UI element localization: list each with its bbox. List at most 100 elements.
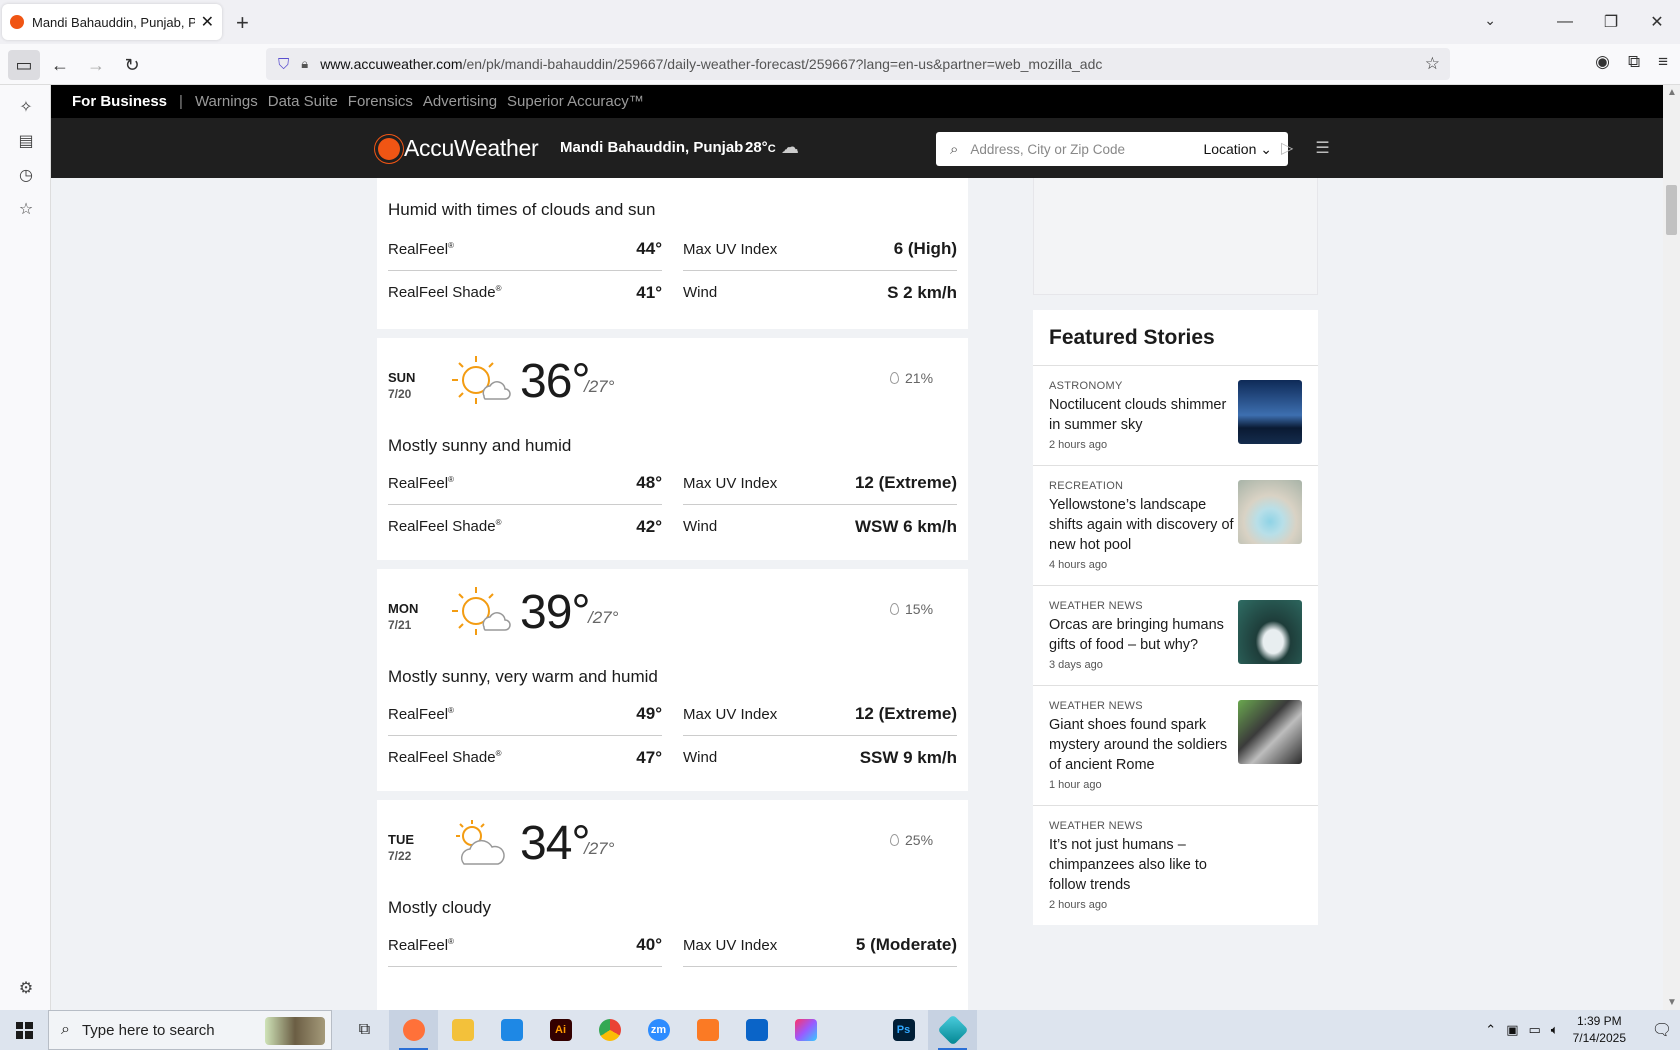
taskbar-app-vscode[interactable]: [487, 1010, 536, 1050]
warnings-link[interactable]: Warnings: [195, 93, 258, 110]
for-business-link[interactable]: For Business: [72, 93, 167, 110]
url-bar[interactable]: ⛉ 🔒︎ www.accuweather.com/en/pk/mandi-bah…: [266, 48, 1450, 80]
taskbar-search[interactable]: ⌕ Type here to search: [48, 1010, 332, 1050]
taskbar-app-photoshop[interactable]: Ps: [879, 1010, 928, 1050]
new-tab-icon[interactable]: +: [236, 10, 249, 36]
story-age: 4 hours ago: [1049, 559, 1108, 571]
bookmarks-icon[interactable]: ☆: [16, 199, 36, 219]
forecast-phrase: Mostly cloudy: [388, 898, 491, 917]
precip-chance: 15%: [890, 601, 933, 617]
video-icon[interactable]: ▷: [1281, 138, 1293, 158]
tracking-shield-icon[interactable]: ⛉: [278, 56, 289, 73]
low-temp: /27°: [584, 377, 615, 396]
realfeel-shade-stat: RealFeel Shade® 41°: [388, 282, 662, 302]
taskbar-search-input[interactable]: Type here to search: [82, 1022, 215, 1039]
search-input[interactable]: Address, City or Zip Code: [970, 142, 1203, 157]
forecast-card-mon[interactable]: MON 7/21 39° /27° 15% Mostly sunny, very…: [377, 569, 968, 791]
settings-gear-icon[interactable]: ⚙: [16, 978, 36, 998]
current-location[interactable]: Mandi Bahauddin, Punjab: [560, 139, 743, 156]
wind-stat: Wind WSW 6 km/h: [683, 516, 957, 536]
meet-now-icon[interactable]: ▣: [1506, 1022, 1518, 1038]
close-tab-icon[interactable]: ✕: [201, 12, 214, 32]
story-title[interactable]: Noctilucent clouds shimmer in summer sky: [1049, 395, 1239, 435]
story-item[interactable]: WEATHER NEWS It’s not just humans – chim…: [1033, 806, 1318, 925]
tab-title: Mandi Bahauddin, Punjab, Pakistan: [32, 14, 195, 30]
realfeel-stat: RealFeel® 48°: [388, 462, 662, 505]
current-temp[interactable]: 28°C: [745, 139, 776, 156]
separator: |: [179, 93, 183, 110]
account-icon[interactable]: ◉: [1595, 52, 1610, 72]
list-tabs-icon[interactable]: ⌄: [1484, 12, 1496, 29]
hamburger-menu-icon[interactable]: ☰: [1315, 138, 1329, 158]
ai-chatbot-icon[interactable]: ✧: [16, 97, 36, 117]
data-suite-link[interactable]: Data Suite: [268, 93, 338, 110]
bookmark-star-icon[interactable]: ☆: [1425, 54, 1440, 74]
photoshop-icon: Ps: [892, 1019, 915, 1041]
volume-icon[interactable]: 🔈︎: [1551, 1022, 1559, 1038]
low-temp: /27°: [584, 839, 615, 858]
sidebar-toggle-icon[interactable]: ▭: [8, 50, 40, 80]
story-title[interactable]: Orcas are bringing humans gifts of food …: [1049, 615, 1239, 655]
taskbar-app-creative-cloud[interactable]: [781, 1010, 830, 1050]
extensions-icon[interactable]: ⧉: [1628, 52, 1640, 72]
taskbar-app-teal[interactable]: [928, 1010, 977, 1050]
story-thumbnail[interactable]: [1238, 700, 1302, 764]
taskbar-app-firefox[interactable]: [389, 1010, 438, 1050]
scroll-up-icon[interactable]: ▲: [1667, 87, 1677, 98]
story-title[interactable]: Giant shoes found spark mystery around t…: [1049, 715, 1239, 775]
minimize-icon[interactable]: —: [1542, 13, 1588, 31]
app-icon: [936, 1014, 969, 1046]
superior-accuracy-link[interactable]: Superior Accuracy™: [507, 93, 644, 110]
forecast-card-tue[interactable]: TUE 7/22 34° /27° 25% Mostly cloudy Real…: [377, 800, 968, 1010]
story-thumbnail[interactable]: [1238, 600, 1302, 664]
window-controls: — ❐ ✕: [1542, 0, 1680, 44]
synced-tabs-icon[interactable]: ▤: [16, 131, 36, 151]
taskbar-app-outlook[interactable]: [732, 1010, 781, 1050]
forensics-link[interactable]: Forensics: [348, 93, 413, 110]
forecast-card-sun[interactable]: SUN 7/20 36° /27° 21% Mostly sunny and h…: [377, 338, 968, 560]
outlook-icon: [745, 1019, 768, 1041]
forecast-card-partial[interactable]: Humid with times of clouds and sun RealF…: [377, 178, 968, 329]
story-thumbnail[interactable]: [1238, 380, 1302, 444]
story-item[interactable]: WEATHER NEWS Giant shoes found spark mys…: [1033, 686, 1318, 806]
taskbar-app-illustrator[interactable]: Ai: [536, 1010, 585, 1050]
story-item[interactable]: ASTRONOMY Noctilucent clouds shimmer in …: [1033, 366, 1318, 466]
story-item[interactable]: RECREATION Yellowstone’s landscape shift…: [1033, 466, 1318, 586]
notification-icon[interactable]: 🗨︎: [1644, 1020, 1680, 1040]
story-thumbnail[interactable]: [1238, 480, 1302, 544]
scrollbar-thumb[interactable]: [1666, 185, 1677, 235]
search-box[interactable]: ⌕ Address, City or Zip Code Location ⌄: [936, 132, 1288, 166]
taskbar-app-pen[interactable]: [830, 1010, 879, 1050]
taskbar-app-orange[interactable]: [683, 1010, 732, 1050]
back-icon[interactable]: ←: [44, 50, 76, 80]
story-title[interactable]: Yellowstone’s landscape shifts again wit…: [1049, 495, 1239, 555]
chevron-up-icon[interactable]: ⌃: [1485, 1022, 1496, 1038]
forward-icon[interactable]: →: [80, 50, 112, 80]
location-dropdown[interactable]: Location ⌄: [1203, 141, 1272, 158]
network-icon[interactable]: ▭: [1529, 1022, 1541, 1038]
scroll-down-icon[interactable]: ▼: [1667, 997, 1677, 1008]
site-header: AccuWeather Mandi Bahauddin, Punjab 28°C…: [51, 118, 1663, 178]
task-view-button[interactable]: ⧉: [340, 1010, 389, 1050]
close-window-icon[interactable]: ✕: [1634, 12, 1680, 32]
reload-icon[interactable]: ↻: [116, 50, 148, 80]
taskbar-clock[interactable]: 1:39 PM 7/14/2025: [1573, 1013, 1626, 1047]
system-tray: ⌃ ▣ ▭ 🔈︎ 1:39 PM 7/14/2025 🗨︎: [1485, 1010, 1680, 1050]
menu-icon[interactable]: ≡: [1658, 52, 1668, 72]
restore-icon[interactable]: ❐: [1588, 12, 1634, 32]
taskbar-apps: ⧉ Ai zm Ps: [340, 1010, 977, 1050]
taskbar-app-zoom[interactable]: zm: [634, 1010, 683, 1050]
taskbar-app-chrome[interactable]: [585, 1010, 634, 1050]
history-icon[interactable]: ◷: [16, 165, 36, 185]
page-scrollbar[interactable]: ▲ ▼: [1663, 85, 1680, 1010]
web-page: For Business | Warnings Data Suite Foren…: [51, 85, 1663, 1010]
lock-icon[interactable]: 🔒︎: [301, 56, 308, 72]
browser-tab[interactable]: Mandi Bahauddin, Punjab, Pakistan ✕: [2, 4, 222, 40]
accuweather-logo[interactable]: AccuWeather: [378, 135, 539, 162]
vscode-icon: [500, 1019, 523, 1041]
story-item[interactable]: WEATHER NEWS Orcas are bringing humans g…: [1033, 586, 1318, 686]
start-button[interactable]: [0, 1010, 48, 1050]
advertising-link[interactable]: Advertising: [423, 93, 497, 110]
story-title[interactable]: It’s not just humans – chimpanzees also …: [1049, 835, 1239, 895]
taskbar-app-explorer[interactable]: [438, 1010, 487, 1050]
